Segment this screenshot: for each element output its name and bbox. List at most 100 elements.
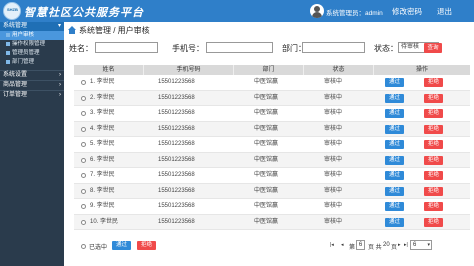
page-size-select[interactable]: 6 ▾ — [410, 240, 432, 250]
sidebar-item-permissions[interactable]: 操作权限管理 — [0, 40, 64, 49]
table-row: 10. 李世民 15501223568 中医馆赢 审核中 通过 拒绝 — [74, 214, 470, 230]
name-input[interactable] — [95, 42, 158, 53]
page-number-input[interactable]: 6 — [356, 240, 365, 250]
table-row: 1. 李世民 15501223568 中医馆赢 审核中 通过 拒绝 — [74, 75, 470, 91]
change-password-link[interactable]: 修改密码 — [392, 6, 422, 17]
top-header: SHZB 智慧社区公共服务平台 系统管理员：admin 修改密码 退出 — [0, 0, 474, 22]
row-checkbox[interactable] — [81, 126, 86, 132]
chevron-right-icon: › — [59, 82, 61, 88]
name-label: 姓名： — [69, 44, 93, 53]
logout-link[interactable]: 退出 — [437, 6, 452, 17]
logo-badge-text: SHZB — [7, 7, 18, 12]
approve-button[interactable]: 通过 — [385, 171, 404, 180]
cell-phone: 15501223568 — [158, 141, 195, 147]
column-header-name: 姓名 — [74, 65, 144, 75]
sidebar-group-products[interactable]: 商品管理 › — [0, 80, 64, 89]
reject-button[interactable]: 拒绝 — [424, 140, 443, 149]
bulk-reject-button[interactable]: 拒绝 — [137, 241, 156, 250]
cell-status: 审核中 — [324, 187, 343, 194]
select-all-checkbox[interactable] — [81, 244, 86, 249]
column-header-actions: 操作 — [415, 67, 428, 73]
sidebar-group-label: 系统管理 — [3, 23, 28, 29]
cell-phone: 15501223568 — [158, 110, 195, 116]
column-header-phone: 手机号码 — [144, 65, 234, 75]
table-row: 3. 李世民 15501223568 中医馆赢 审核中 通过 拒绝 — [74, 106, 470, 122]
page-size-value: 6 — [413, 242, 417, 248]
sidebar-group-orders[interactable]: 订单管理 › — [0, 90, 64, 99]
cell-name: 1. 李世民 — [90, 79, 115, 85]
approve-button[interactable]: 通过 — [385, 155, 404, 165]
table-row: 2. 李世民 15501223568 中医馆赢 审核中 通过 拒绝 — [74, 90, 470, 106]
cell-phone: 15501223568 — [158, 172, 195, 178]
table-row: 9. 李世民 15501223568 中医馆赢 审核中 通过 拒绝 — [74, 199, 470, 215]
cell-status: 审核中 — [324, 203, 343, 209]
cell-name: 9. 李世民 — [90, 203, 115, 209]
user-avatar-icon[interactable] — [310, 4, 324, 18]
dept-input[interactable] — [302, 42, 365, 53]
sidebar-item-admins[interactable]: 管理员管理 — [0, 49, 64, 58]
sidebar-group-label: 订单管理 — [3, 92, 28, 98]
reject-button[interactable]: 拒绝 — [424, 217, 443, 227]
approve-button[interactable]: 通过 — [385, 140, 404, 149]
reject-button[interactable]: 拒绝 — [424, 202, 443, 211]
sidebar-item-label: 操作权限管理 — [12, 41, 46, 47]
cell-dept: 中医馆赢 — [254, 156, 279, 163]
last-page-icon[interactable]: ▸| — [404, 242, 408, 248]
reject-button[interactable]: 拒绝 — [424, 109, 443, 118]
cell-status: 审核中 — [324, 94, 343, 101]
first-page-icon[interactable]: |◂ — [330, 242, 334, 248]
cell-name: 7. 李世民 — [90, 172, 115, 178]
cell-dept: 中医馆赢 — [254, 218, 279, 225]
chevron-down-icon: ▾ — [427, 242, 430, 248]
prev-page-icon[interactable]: ◂ — [341, 242, 344, 248]
search-button[interactable]: 查询 — [424, 43, 442, 53]
cell-name: 5. 李世民 — [90, 141, 115, 147]
next-page-icon[interactable]: ▸ — [398, 242, 401, 248]
approve-button[interactable]: 通过 — [385, 202, 404, 211]
row-checkbox[interactable] — [81, 219, 86, 225]
phone-input[interactable] — [206, 42, 273, 53]
cell-dept: 中医馆赢 — [254, 203, 279, 209]
approve-button[interactable]: 通过 — [385, 93, 404, 103]
cell-status: 审核中 — [324, 110, 343, 116]
cell-status: 审核中 — [324, 125, 343, 132]
row-checkbox[interactable] — [81, 80, 86, 85]
reject-button[interactable]: 拒绝 — [424, 171, 443, 180]
sidebar-item-user-review[interactable]: 用户审核 — [0, 31, 64, 40]
table-row: 6. 李世民 15501223568 中医馆赢 审核中 通过 拒绝 — [74, 152, 470, 168]
row-checkbox[interactable] — [81, 142, 86, 147]
bulk-approve-button[interactable]: 通过 — [112, 241, 131, 250]
row-checkbox[interactable] — [81, 173, 86, 178]
main-content: 系统管理 / 用户审核 姓名： 手机号： 部门： 状态： 待审核 ▾ 查询 姓名… — [64, 22, 474, 266]
column-header-status: 状态 — [304, 65, 374, 75]
sidebar-item-departments[interactable]: 部门管理 — [0, 58, 64, 67]
breadcrumb: 系统管理 / 用户审核 — [68, 25, 150, 36]
page-prefix: 第 — [349, 245, 356, 251]
approve-button[interactable]: 通过 — [385, 186, 404, 196]
chevron-right-icon: › — [59, 72, 61, 78]
cell-status: 审核中 — [324, 156, 343, 163]
cell-dept: 中医馆赢 — [254, 141, 279, 147]
selected-label: 已选中 — [89, 245, 108, 251]
row-checkbox[interactable] — [81, 204, 86, 209]
total-pages: 20 — [383, 242, 390, 248]
row-checkbox[interactable] — [81, 95, 86, 101]
reject-button[interactable]: 拒绝 — [424, 78, 443, 87]
cell-phone: 15501223568 — [158, 156, 195, 163]
approve-button[interactable]: 通过 — [385, 78, 404, 87]
reject-button[interactable]: 拒绝 — [424, 155, 443, 165]
sidebar-group-system-manage[interactable]: 系统管理 ▾ — [0, 22, 64, 31]
table-row: 4. 李世民 15501223568 中医馆赢 审核中 通过 拒绝 — [74, 121, 470, 137]
approve-button[interactable]: 通过 — [385, 217, 404, 227]
logo-text: 智慧社区公共服务平台 — [24, 6, 144, 19]
approve-button[interactable]: 通过 — [385, 124, 404, 134]
reject-button[interactable]: 拒绝 — [424, 186, 443, 196]
approve-button[interactable]: 通过 — [385, 109, 404, 118]
reject-button[interactable]: 拒绝 — [424, 93, 443, 103]
sidebar-group-system-settings[interactable]: 系统设置 › — [0, 70, 64, 79]
sidebar-item-label: 部门管理 — [12, 59, 35, 65]
row-checkbox[interactable] — [81, 188, 86, 194]
row-checkbox[interactable] — [81, 157, 86, 163]
row-checkbox[interactable] — [81, 111, 86, 116]
reject-button[interactable]: 拒绝 — [424, 124, 443, 134]
